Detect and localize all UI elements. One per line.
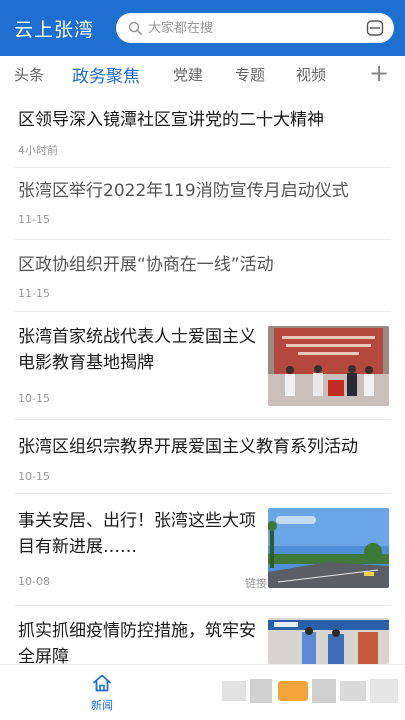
- tab-party-building[interactable]: 党建: [173, 64, 203, 85]
- channel-tabs: 头条 政务聚焦 党建 专题 视频 +: [0, 56, 405, 94]
- tab-government-focus[interactable]: 政务聚焦: [72, 62, 140, 87]
- news-title: 张湾区举行2022年119消防宣传月启动仪式: [18, 181, 349, 201]
- news-time: 11-15: [18, 287, 50, 300]
- news-item[interactable]: 张湾首家统战代表人士爱国主义电影教育基地揭牌 10-15: [0, 312, 405, 420]
- link-tag: 链接: [245, 577, 267, 590]
- news-title: 事关安居、出行！张湾这些大项目有新进展……: [18, 511, 256, 557]
- news-time: 10-15: [18, 392, 50, 405]
- news-title: 区领导深入镜潭社区宣讲党的二十大精神: [18, 110, 324, 130]
- news-title: 抓实抓细疫情防控措施，筑牢安全屏障: [18, 621, 256, 667]
- news-item[interactable]: 张湾区举行2022年119消防宣传月启动仪式 11-15: [0, 168, 405, 240]
- news-time: 4小时前: [18, 144, 58, 157]
- add-channel-icon[interactable]: +: [369, 58, 389, 88]
- checkpoint-photo: [268, 618, 389, 664]
- tab-video[interactable]: 视频: [296, 64, 326, 85]
- news-time: 11-15: [18, 213, 50, 226]
- search-icon: [128, 21, 142, 35]
- news-time: 10-08: [18, 575, 50, 588]
- news-item[interactable]: 区政协组织开展“协商在一线”活动 11-15: [0, 240, 405, 312]
- home-icon: [93, 674, 111, 692]
- news-title: 张湾区组织宗教界开展爱国主义教育系列活动: [18, 437, 358, 457]
- tab-headline[interactable]: 头条: [14, 64, 44, 85]
- tab-topics[interactable]: 专题: [235, 64, 265, 85]
- news-title: 区政协组织开展“协商在一线”活动: [18, 255, 274, 275]
- nav-news-label: 新闻: [91, 699, 113, 712]
- news-item[interactable]: 张湾区组织宗教界开展爱国主义教育系列活动 10-15: [0, 420, 405, 494]
- search-bar[interactable]: [116, 13, 394, 43]
- scan-icon[interactable]: [366, 19, 384, 37]
- nav-news[interactable]: 新闻: [82, 671, 122, 715]
- search-input[interactable]: [148, 18, 348, 38]
- news-item[interactable]: 抓实抓细疫情防控措施，筑牢安全屏障: [0, 606, 405, 667]
- app-title: 云上张湾: [14, 19, 95, 41]
- news-item[interactable]: 事关安居、出行！张湾这些大项目有新进展…… 10-08 链接: [0, 494, 405, 606]
- news-time: 10-15: [18, 470, 50, 483]
- ceremony-photo: [268, 326, 389, 406]
- news-item[interactable]: 区领导深入镜潭社区宣讲党的二十大精神 4小时前: [0, 100, 405, 168]
- news-title: 张湾首家统战代表人士爱国主义电影教育基地揭牌: [18, 327, 256, 373]
- road-photo: [268, 508, 389, 588]
- app-header: 云上张湾: [0, 0, 405, 56]
- bottom-nav: 新闻: [0, 664, 405, 720]
- watermark-image: [222, 679, 398, 703]
